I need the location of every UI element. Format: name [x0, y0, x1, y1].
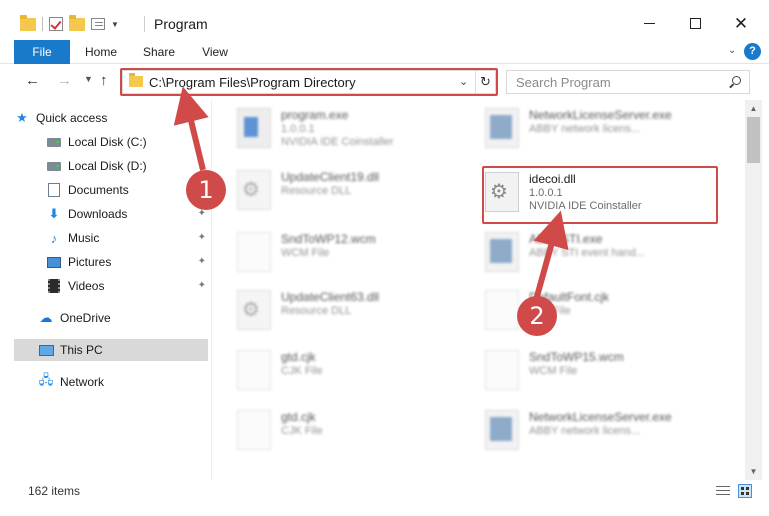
large-icons-view-icon[interactable] [738, 484, 752, 498]
item-count: 162 items [28, 484, 81, 498]
step-badge-1: 1 [186, 170, 226, 210]
arrow-to-file [533, 210, 569, 301]
step-badge-2: 2 [517, 296, 557, 336]
annotation-arrows [173, 86, 569, 301]
arrow-to-address [173, 86, 209, 171]
status-bar: 162 items [0, 480, 769, 504]
details-view-icon[interactable] [716, 485, 730, 498]
